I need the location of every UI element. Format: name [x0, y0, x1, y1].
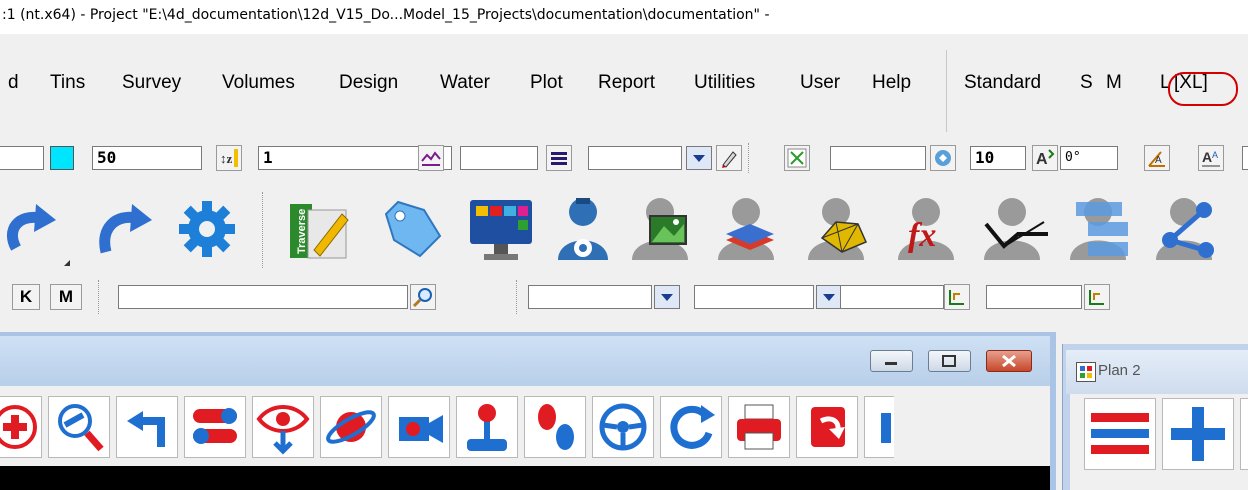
highlight-ring [1168, 72, 1238, 106]
svg-text:A: A [1202, 149, 1212, 165]
symbol-field[interactable] [830, 146, 926, 170]
toolbar-grip[interactable] [748, 143, 752, 173]
colour-swatch[interactable] [50, 146, 74, 170]
user-section-icon[interactable] [982, 194, 1052, 264]
menu-item-survey[interactable]: Survey [122, 72, 181, 94]
user-function-icon[interactable]: fx [896, 194, 966, 264]
text-size-field[interactable]: 10 [970, 146, 1026, 170]
plan-window-title: Plan 2 [1098, 362, 1141, 379]
user-layers-icon[interactable] [716, 194, 786, 264]
style-field[interactable] [460, 146, 538, 170]
zoom-icon[interactable] [48, 396, 110, 458]
menu-bar: d Tins Survey Volumes Design Water Plot … [0, 72, 1248, 110]
svg-text:↕z: ↕z [220, 151, 233, 166]
add-circle-icon[interactable] [0, 396, 42, 458]
text-style-icon[interactable]: AA [1198, 145, 1224, 171]
undo-icon[interactable] [0, 200, 70, 270]
selector-field-3[interactable] [840, 285, 944, 309]
refresh-icon[interactable] [660, 396, 722, 458]
m-button[interactable]: M [50, 284, 82, 310]
svg-text:fx: fx [908, 217, 936, 254]
svg-text:Traverse: Traverse [296, 209, 308, 254]
plan-more-icon[interactable] [1240, 398, 1248, 470]
svg-text:A: A [1155, 155, 1162, 166]
printer-icon[interactable] [728, 396, 790, 458]
eye-down-icon[interactable] [252, 396, 314, 458]
toolbar-grip[interactable] [262, 192, 266, 268]
plan-window-icon [1076, 362, 1096, 382]
menu-item-utilities[interactable]: Utilities [694, 72, 755, 94]
plan-add-icon[interactable] [1162, 398, 1234, 470]
toggle-icon[interactable] [184, 396, 246, 458]
k-button[interactable]: K [12, 284, 40, 310]
user-hierarchy-icon[interactable] [1068, 194, 1138, 264]
angle-field[interactable]: 0° [1060, 146, 1118, 170]
user-settings-icon[interactable] [552, 194, 614, 264]
minimize-button[interactable] [870, 350, 913, 372]
user-tin-icon[interactable] [806, 194, 876, 264]
user-image-icon[interactable] [630, 194, 700, 264]
picker-4-icon[interactable] [1084, 284, 1110, 310]
menu-item-help[interactable]: Help [872, 72, 911, 94]
joystick-icon[interactable] [456, 396, 518, 458]
footsteps-icon[interactable] [524, 396, 586, 458]
selector-field-2[interactable] [694, 285, 814, 309]
window-title: :1 (nt.x64) - Project "E:\4d_documentati… [2, 7, 770, 23]
menu-item-partial[interactable]: d [8, 72, 19, 94]
settings-gear-icon[interactable] [176, 198, 238, 260]
selector-field-4[interactable] [986, 285, 1082, 309]
tag-label-icon[interactable] [380, 196, 446, 262]
menu-item-water[interactable]: Water [440, 72, 490, 94]
menu-item-tins[interactable]: Tins [50, 72, 85, 94]
line-style-icon[interactable] [546, 145, 572, 171]
more-tools-icon[interactable] [864, 396, 894, 458]
symbol-icon[interactable] [784, 145, 810, 171]
size-standard[interactable]: Standard [964, 72, 1041, 94]
planet-icon[interactable] [320, 396, 382, 458]
linestyle-field[interactable] [588, 146, 682, 170]
search-input[interactable] [118, 285, 408, 309]
size-s[interactable]: S [1080, 72, 1093, 94]
restore-button[interactable] [928, 350, 971, 372]
video-camera-icon[interactable] [388, 396, 450, 458]
text-angle-icon[interactable]: A [1144, 145, 1170, 171]
undo-arrow-icon[interactable] [116, 396, 178, 458]
plan-menu-icon[interactable] [1084, 398, 1156, 470]
selector-dropdown-2-icon[interactable] [816, 285, 842, 309]
display-monitor-icon[interactable] [466, 194, 538, 266]
picker-3-icon[interactable] [944, 284, 970, 310]
menu-item-volumes[interactable]: Volumes [222, 72, 295, 94]
svg-text:A: A [1036, 151, 1048, 168]
drawing-area[interactable] [0, 466, 1050, 490]
toolbar-grip[interactable] [98, 280, 102, 314]
menu-item-report[interactable]: Report [598, 72, 655, 94]
menu-item-plot[interactable]: Plot [530, 72, 563, 94]
menu-separator [946, 50, 947, 132]
linestyle-dropdown-icon[interactable] [686, 146, 712, 170]
copy-arrow-icon[interactable] [796, 396, 858, 458]
pick-pen-icon[interactable] [716, 145, 742, 171]
user-share-icon[interactable] [1154, 194, 1224, 264]
selector-dropdown-1-icon[interactable] [654, 285, 680, 309]
text-size-icon[interactable]: A [1032, 145, 1058, 171]
symbol-rotate-icon[interactable] [930, 145, 956, 171]
svg-text:A: A [1212, 150, 1218, 160]
size-m[interactable]: M [1106, 72, 1122, 94]
traverse-icon[interactable]: Traverse [284, 196, 354, 264]
weight-field[interactable]: 50 [92, 146, 202, 170]
close-button[interactable] [986, 350, 1032, 372]
redo-icon[interactable] [92, 200, 156, 264]
partial-field[interactable] [0, 146, 44, 170]
menu-item-design[interactable]: Design [339, 72, 398, 94]
menu-item-user[interactable]: User [800, 72, 840, 94]
search-magnifier-icon[interactable] [410, 284, 436, 310]
toolbar-grip[interactable] [516, 280, 520, 314]
selector-field-1[interactable] [528, 285, 652, 309]
contour-style-icon[interactable] [418, 145, 444, 171]
steering-wheel-icon[interactable] [592, 396, 654, 458]
z-value-icon[interactable]: ↕z [216, 145, 242, 171]
partial-field-right[interactable] [1242, 146, 1248, 170]
